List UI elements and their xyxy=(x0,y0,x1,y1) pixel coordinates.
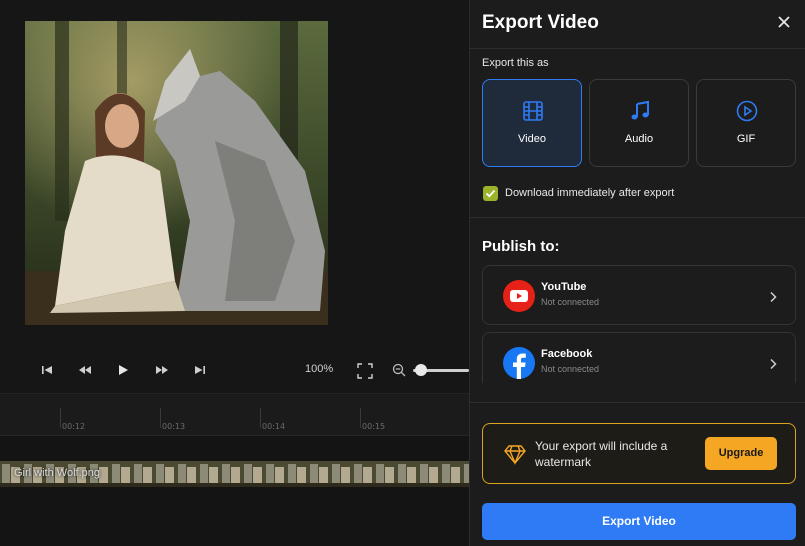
zoom-out-icon[interactable] xyxy=(392,363,406,377)
export-panel: Export Video Export this as Video Audio … xyxy=(469,0,805,546)
facebook-icon xyxy=(503,347,535,379)
youtube-name: YouTube xyxy=(541,281,587,293)
ruler-tick xyxy=(160,408,161,428)
publish-youtube-button[interactable]: YouTube Not connected xyxy=(482,265,796,325)
publish-facebook-button[interactable]: Facebook Not connected xyxy=(482,332,796,383)
ruler-label: 00:14 xyxy=(262,422,286,431)
export-video-button[interactable]: Export Video xyxy=(482,503,796,540)
ruler-tick xyxy=(260,408,261,428)
download-checkbox[interactable] xyxy=(483,186,498,201)
video-preview[interactable] xyxy=(25,21,328,325)
download-checkbox-label[interactable]: Download immediately after export xyxy=(505,187,674,199)
timeline-ruler[interactable]: 00:12 00:13 00:14 00:15 xyxy=(0,394,469,436)
chevron-right-icon xyxy=(769,290,777,303)
fast-forward-icon[interactable] xyxy=(154,362,170,378)
zoom-percentage: 100% xyxy=(305,363,334,375)
checkmark-icon xyxy=(485,189,496,198)
preview-image xyxy=(25,21,328,325)
watermark-text: Your export will include a watermark xyxy=(535,439,668,469)
youtube-icon xyxy=(503,280,535,312)
ruler-tick xyxy=(360,408,361,428)
divider xyxy=(470,48,805,49)
play-icon[interactable] xyxy=(115,362,131,378)
timeline: 00:12 00:13 00:14 00:15 Girl with Wolf.p… xyxy=(0,393,469,546)
rewind-icon[interactable] xyxy=(77,362,93,378)
chevron-right-icon xyxy=(769,357,777,370)
format-audio-label: Audio xyxy=(624,133,654,145)
skip-to-start-icon[interactable] xyxy=(39,362,55,378)
format-audio-button[interactable]: Audio xyxy=(589,79,689,167)
facebook-status: Not connected xyxy=(541,364,600,374)
format-video-button[interactable]: Video xyxy=(482,79,582,167)
youtube-status: Not connected xyxy=(541,297,600,307)
playback-controls: 100% xyxy=(0,355,469,385)
upgrade-button[interactable]: Upgrade xyxy=(705,437,777,470)
ruler-label: 00:13 xyxy=(162,422,186,431)
zoom-slider-thumb[interactable] xyxy=(415,364,427,376)
ruler-label: 00:12 xyxy=(62,422,86,431)
format-gif-label: GIF xyxy=(736,133,756,145)
divider xyxy=(470,217,805,218)
video-editor: 100% 00:12 00:13 00:14 00:15 Girl with W… xyxy=(0,0,469,546)
skip-to-end-icon[interactable] xyxy=(192,362,208,378)
ruler-tick xyxy=(60,408,61,428)
play-circle-icon xyxy=(735,99,759,123)
export-as-label: Export this as xyxy=(482,57,549,69)
music-note-icon xyxy=(628,99,652,123)
diamond-icon xyxy=(504,443,526,465)
format-video-label: Video xyxy=(518,133,546,145)
timeline-clip[interactable]: Girl with Wolf.png xyxy=(0,461,469,487)
panel-title: Export Video xyxy=(482,12,599,33)
divider xyxy=(470,402,805,403)
film-icon xyxy=(521,99,545,123)
format-gif-button[interactable]: GIF xyxy=(696,79,796,167)
watermark-notice: Your export will include a watermark Upg… xyxy=(482,423,796,484)
facebook-name: Facebook xyxy=(541,348,593,360)
clip-name: Girl with Wolf.png xyxy=(14,467,100,479)
ruler-label: 00:15 xyxy=(362,422,386,431)
close-icon[interactable] xyxy=(777,15,791,29)
fullscreen-icon[interactable] xyxy=(357,363,373,379)
publish-title: Publish to: xyxy=(482,238,560,255)
